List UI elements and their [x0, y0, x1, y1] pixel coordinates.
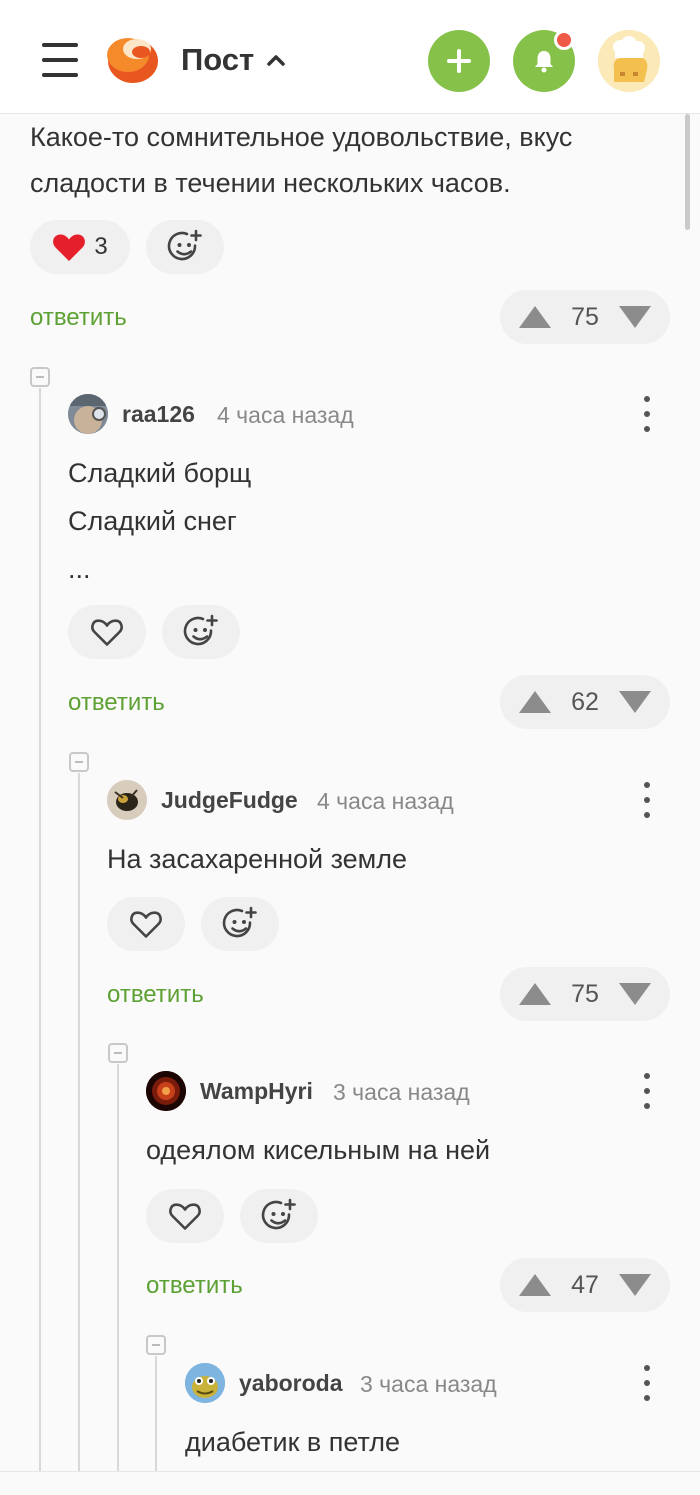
add-emoji-icon [261, 1198, 296, 1230]
add-reaction-button[interactable] [201, 897, 279, 951]
avatar[interactable] [68, 394, 108, 434]
more-options-icon[interactable] [637, 778, 657, 822]
post-reply-link[interactable]: ответить [30, 304, 127, 332]
collapse-thread-button[interactable] [146, 1335, 166, 1355]
avatar[interactable] [107, 780, 147, 820]
more-options-icon[interactable] [637, 1361, 657, 1405]
comment-time: 3 часа назад [360, 1371, 497, 1397]
add-emoji-icon [183, 614, 218, 646]
add-reaction-button[interactable] [240, 1189, 318, 1243]
scrollbar[interactable] [685, 114, 690, 230]
post-text: Какое-то сомнительное удовольствие, вкус… [30, 122, 573, 198]
like-count: 3 [94, 233, 108, 260]
comment-rating: 62 [571, 687, 599, 716]
comment-vote-control: 47 [500, 1258, 670, 1312]
like-button[interactable] [146, 1189, 224, 1243]
thread-line [78, 773, 80, 1471]
comment-vote-control: 75 [500, 967, 670, 1021]
downvote-icon[interactable] [618, 690, 652, 714]
more-options-icon[interactable] [637, 1069, 657, 1113]
comment-text: Сладкий борщ Сладкий снег ... [68, 458, 252, 584]
thread-line [39, 388, 41, 1471]
post-vote-control: 75 [500, 290, 670, 344]
thread-line [117, 1064, 119, 1471]
comment-time: 4 часа назад [217, 402, 354, 428]
plus-icon [447, 49, 471, 73]
upvote-icon[interactable] [518, 305, 552, 329]
heart-outline-icon [169, 1203, 201, 1230]
thread-line [155, 1356, 157, 1471]
comment-reply-link[interactable]: ответить [68, 689, 165, 717]
add-reaction-button[interactable] [162, 605, 240, 659]
upvote-icon[interactable] [518, 690, 552, 714]
comment-text: одеялом кисельным на ней [146, 1135, 491, 1165]
add-emoji-icon [167, 229, 202, 261]
comment-username[interactable]: yaboroda [239, 1370, 343, 1397]
comment-username[interactable]: raa126 [122, 401, 195, 428]
avatar[interactable] [185, 1363, 225, 1403]
avatar[interactable] [146, 1071, 186, 1111]
heart-outline-icon [91, 619, 123, 646]
bell-icon [535, 51, 553, 73]
downvote-icon[interactable] [618, 1273, 652, 1297]
heart-outline-icon [130, 911, 162, 938]
site-logo[interactable] [106, 33, 162, 85]
notifications-button[interactable] [513, 30, 575, 92]
comment-username[interactable]: JudgeFudge [161, 787, 298, 814]
collapse-thread-button[interactable] [69, 752, 89, 772]
comment-time: 3 часа назад [333, 1079, 470, 1105]
comment-rating: 75 [571, 979, 599, 1008]
add-reaction-button[interactable] [146, 220, 224, 274]
comment-reply-link[interactable]: ответить [146, 1272, 243, 1300]
top-header: Пост [0, 0, 700, 114]
hamburger-menu-icon[interactable] [42, 43, 78, 77]
add-emoji-icon [222, 906, 257, 938]
notification-badge [554, 30, 574, 50]
upvote-icon[interactable] [518, 982, 552, 1006]
collapse-thread-button[interactable] [108, 1043, 128, 1063]
collapse-thread-button[interactable] [30, 367, 50, 387]
heart-filled-icon [53, 234, 86, 261]
like-button[interactable] [107, 897, 185, 951]
bottom-bar [0, 1471, 700, 1495]
comment-rating: 47 [571, 1270, 599, 1299]
post-rating: 75 [571, 302, 599, 331]
upvote-icon[interactable] [518, 1273, 552, 1297]
user-avatar[interactable] [598, 30, 660, 92]
comment-vote-control: 62 [500, 675, 670, 729]
like-button[interactable]: 3 [30, 220, 130, 274]
chevron-up-icon [267, 55, 285, 66]
page-title-dropdown[interactable]: Пост [181, 42, 286, 78]
more-options-icon[interactable] [637, 392, 657, 436]
downvote-icon[interactable] [618, 305, 652, 329]
comment-time: 4 часа назад [317, 788, 454, 814]
downvote-icon[interactable] [618, 982, 652, 1006]
like-button[interactable] [68, 605, 146, 659]
comment-text: диабетик в петле [185, 1427, 401, 1457]
add-post-button[interactable] [428, 30, 490, 92]
page-title: Пост [181, 42, 255, 77]
comment-text: На засахаренной земле [107, 844, 408, 874]
comment-reply-link[interactable]: ответить [107, 981, 204, 1009]
comment-username[interactable]: WampHyri [200, 1078, 313, 1105]
